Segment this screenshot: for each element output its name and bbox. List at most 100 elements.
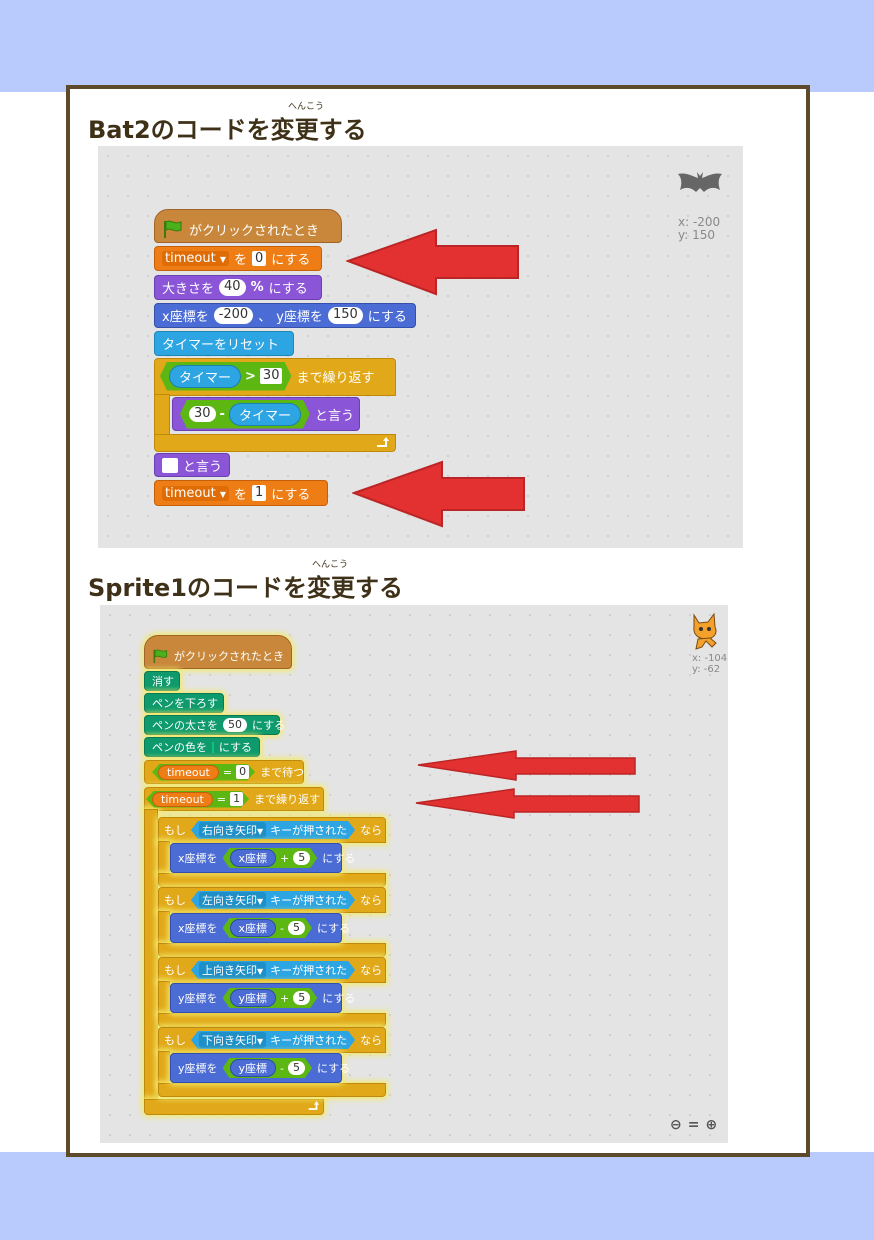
key-pressed-condition[interactable]: 下向き矢印▼ キーが押された [191, 1031, 355, 1049]
set-pen-color-block[interactable]: ペンの色を にする [144, 737, 260, 757]
step-slot[interactable]: 5 [288, 921, 305, 935]
math-operator[interactable]: x座標 - 5 [223, 918, 313, 938]
step-slot[interactable]: 5 [288, 1061, 305, 1075]
variable-dropdown[interactable]: timeout ▼ [162, 251, 229, 266]
goto-xy-block[interactable]: x座標を -200 、 y座標を 150 にする [154, 303, 416, 328]
operator-symbol: + [280, 851, 290, 865]
greater-than-condition[interactable]: タイマー > 30 [160, 362, 291, 391]
clear-block[interactable]: 消す [144, 671, 180, 691]
threshold-slot[interactable]: 30 [260, 368, 283, 384]
key-name: 上向き矢印 [202, 964, 257, 977]
if-header: もし 上向き矢印▼ キーが押された なら [160, 957, 382, 983]
key-pressed-condition[interactable]: 左向き矢印▼ キーが押された [191, 891, 355, 909]
set-coordinate-block[interactable]: y座標を y座標 - 5 にする [170, 1053, 350, 1083]
key-dropdown[interactable]: 下向き矢印▼ [199, 1032, 266, 1048]
pen-size-label: ペンの太さを [152, 719, 218, 732]
wait-until-label: まで待つ [260, 766, 305, 779]
set-pen-size-block[interactable]: ペンの太さを 50 にする [144, 715, 285, 735]
green-flag-icon [164, 220, 182, 238]
zoom-out-icon[interactable]: ⊖ [670, 1117, 682, 1133]
step-slot[interactable]: 5 [293, 991, 310, 1005]
set-timeout-1-block[interactable]: timeout ▼ を 1 にする [154, 480, 328, 506]
size-suffix: にする [268, 282, 308, 297]
variable-name: timeout [165, 251, 216, 266]
minuend-slot[interactable]: 30 [189, 406, 216, 422]
key-name: 下向き矢印 [202, 1034, 257, 1047]
if-header: もし 左向き矢印▼ キーが押された なら [160, 887, 382, 913]
if-label: もし [164, 824, 186, 837]
math-operator[interactable]: y座標 + 5 [223, 988, 318, 1008]
reset-timer-block[interactable]: タイマーをリセット [154, 331, 294, 356]
bottom-band [0, 1152, 874, 1240]
value-slot[interactable]: 1 [251, 485, 267, 501]
goto-x-slot[interactable]: -200 [213, 307, 254, 324]
timer-reporter[interactable]: タイマー [229, 403, 301, 426]
math-operator[interactable]: y座標 - 5 [223, 1058, 313, 1078]
operator-symbol: - [280, 921, 285, 935]
key-pressed-label: キーが押された [270, 1034, 348, 1047]
set-coordinate-label: x座標を [178, 922, 218, 935]
variable-name: timeout [165, 485, 216, 501]
key-dropdown[interactable]: 上向き矢印▼ [199, 962, 266, 978]
timeout-reporter[interactable]: timeout [158, 765, 219, 780]
repeat-until-arm [144, 809, 158, 1101]
step-slot[interactable]: 5 [293, 851, 310, 865]
red-arrow-icon [352, 460, 525, 528]
say-empty-block[interactable]: と言う [154, 453, 230, 477]
timeout-reporter[interactable]: timeout [152, 792, 213, 807]
goto-y-slot[interactable]: 150 [327, 307, 363, 324]
key-pressed-label: キーが押された [270, 894, 348, 907]
key-dropdown[interactable]: 右向き矢印▼ [199, 822, 266, 838]
operator-symbol: = [222, 765, 233, 779]
set-coordinate-block[interactable]: x座標を x座標 + 5 にする [170, 843, 355, 873]
equals-condition[interactable]: timeout = 0 [152, 764, 255, 781]
loop-arrow-icon [377, 437, 389, 447]
coordinate-reporter[interactable]: x座標 [230, 849, 277, 867]
wait-until-block[interactable]: timeout = 0 まで待つ [144, 760, 304, 784]
set-coordinate-block[interactable]: y座標を y座標 + 5 にする [170, 983, 355, 1013]
subtract-operator[interactable]: 30 - タイマー [180, 400, 310, 429]
set-timeout-0-block[interactable]: timeout ▼ を 0 にする [154, 246, 322, 271]
key-dropdown[interactable]: 左向き矢印▼ [199, 892, 266, 908]
then-label: なら [360, 824, 383, 837]
zoom-in-icon[interactable]: ⊕ [705, 1117, 717, 1133]
operator-symbol: - [219, 406, 225, 422]
section1-title-text: Bat2のコードを変更する [88, 116, 367, 144]
if-block-bottom [158, 943, 386, 957]
set-size-block[interactable]: 大きさを 40 % にする [154, 275, 322, 300]
say-block[interactable]: 30 - タイマー と言う [172, 397, 360, 431]
zoom-reset-icon[interactable]: = [688, 1117, 700, 1133]
compare-slot[interactable]: 1 [230, 792, 243, 805]
pen-size-slot[interactable]: 50 [223, 718, 247, 732]
repeat-until-label: まで繰り返す [296, 370, 375, 386]
key-pressed-condition[interactable]: 右向き矢印▼ キーが押された [191, 821, 355, 839]
timer-reporter[interactable]: タイマー [169, 365, 241, 388]
variable-dropdown[interactable]: timeout ▼ [162, 485, 229, 501]
top-band [0, 0, 874, 92]
say-label: と言う [182, 459, 222, 475]
coordinate-reporter[interactable]: y座標 [230, 1059, 277, 1077]
operator-symbol: - [280, 1061, 285, 1075]
value-slot[interactable]: 0 [251, 250, 267, 267]
section1-title: Bat2のコードを変更する [88, 110, 367, 145]
size-value-slot[interactable]: 40 [219, 279, 246, 296]
pen-color-swatch[interactable] [212, 741, 214, 753]
math-operator[interactable]: x座標 + 5 [223, 848, 318, 868]
key-pressed-condition[interactable]: 上向き矢印▼ キーが押された [191, 961, 355, 979]
script-area-sprite1[interactable]: x: -104 y: -62 がクリックされたとき 消す ペンを下ろす ペンの太… [100, 605, 728, 1143]
when-flag-clicked-block[interactable]: がクリックされたとき [144, 635, 292, 669]
red-arrow-icon [415, 788, 640, 819]
coordinate-reporter[interactable]: x座標 [230, 919, 277, 937]
size-unit: % [250, 280, 264, 295]
coordinate-reporter[interactable]: y座標 [230, 989, 277, 1007]
cat-icon [693, 612, 717, 650]
when-flag-clicked-block[interactable]: がクリックされたとき [154, 209, 342, 243]
key-name: 右向き矢印 [202, 824, 257, 837]
set-coordinate-block[interactable]: x座標を x座標 - 5 にする [170, 913, 350, 943]
equals-condition[interactable]: timeout = 1 [146, 791, 249, 808]
empty-text-slot[interactable] [162, 457, 178, 473]
pen-down-block[interactable]: ペンを下ろす [144, 693, 224, 713]
compare-slot[interactable]: 0 [236, 765, 249, 778]
if-block-bottom [158, 1083, 386, 1097]
bat-icon [678, 172, 722, 192]
